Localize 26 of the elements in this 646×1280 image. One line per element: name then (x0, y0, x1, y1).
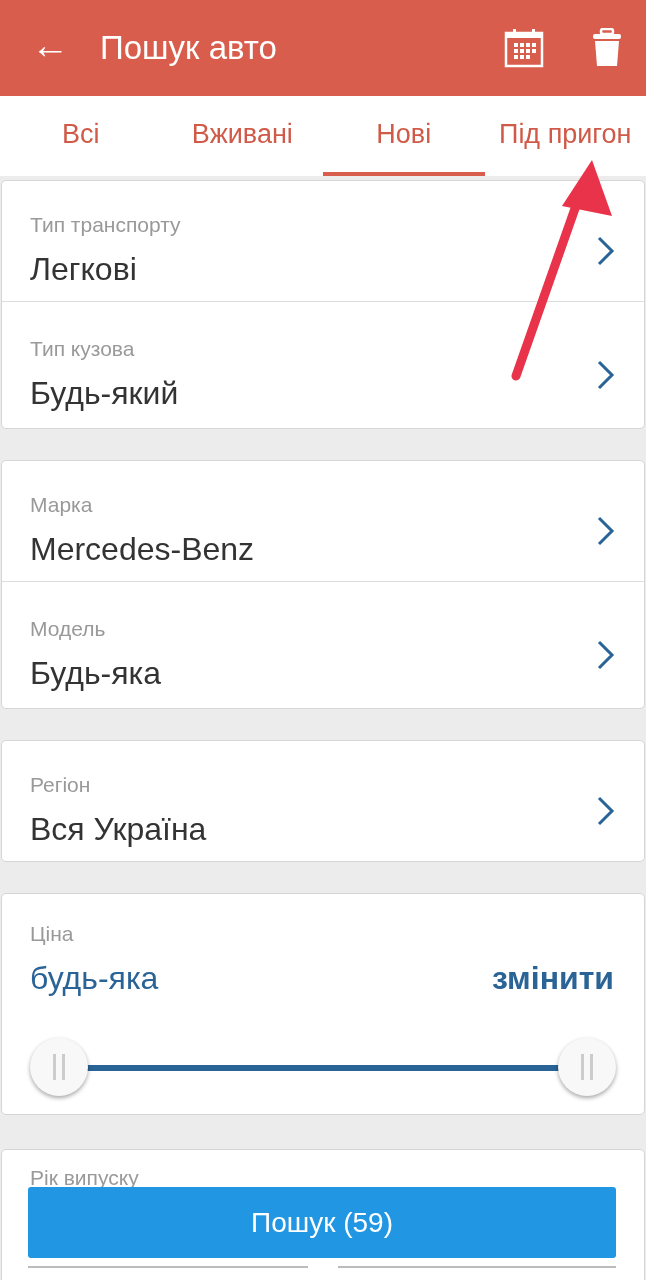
chevron-right-icon (596, 359, 616, 391)
chevron-right-icon (596, 515, 616, 547)
calendar-button[interactable] (504, 28, 544, 68)
select-row[interactable]: Регіон Вся Україна (2, 741, 644, 861)
select-row[interactable]: Тип кузова Будь-який (2, 301, 644, 428)
chevron-right-icon (596, 795, 616, 827)
screen-title: Пошук авто (100, 28, 278, 69)
back-button[interactable]: ← (0, 26, 100, 70)
price-value: будь-яка (30, 958, 159, 998)
field-label: Ціна (29, 921, 75, 947)
slider-handle[interactable] (558, 1037, 616, 1096)
tab[interactable]: Нові (323, 96, 485, 176)
tab[interactable]: Всі (0, 96, 162, 176)
select-row[interactable]: Марка Mercedes-Benz (2, 461, 644, 581)
delete-button[interactable] (592, 28, 622, 68)
select-row[interactable]: Тип транспорту Легкові (2, 181, 644, 301)
change-link[interactable]: змінити (492, 953, 614, 1002)
select-row[interactable]: Модель Будь-яка (2, 581, 644, 708)
tab[interactable]: Вживані (161, 96, 323, 176)
slider-handle[interactable] (30, 1037, 88, 1096)
chevron-right-icon (596, 235, 616, 267)
chevron-right-icon (596, 639, 616, 671)
trash-icon (592, 28, 622, 68)
search-button[interactable]: Пошук (59) (28, 1187, 616, 1258)
tab[interactable]: Під пригон (484, 96, 646, 176)
calendar-icon (504, 28, 544, 68)
